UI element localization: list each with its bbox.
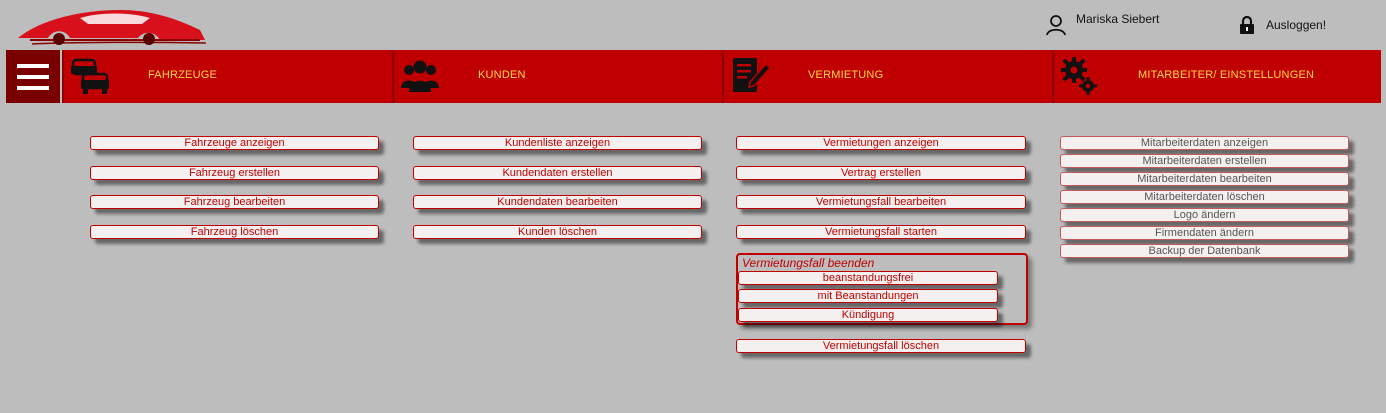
vermietungen-anzeigen-button[interactable]: Vermietungen anzeigen bbox=[736, 136, 1026, 150]
car-logo-icon bbox=[18, 10, 207, 45]
nav-label: KUNDEN bbox=[478, 69, 526, 81]
nav-label: VERMIETUNG bbox=[808, 69, 884, 81]
contract-edit-icon bbox=[733, 58, 770, 92]
hamburger-menu-icon[interactable] bbox=[6, 50, 60, 103]
kundendaten-bearbeiten-button[interactable]: Kundendaten bearbeiten bbox=[413, 195, 702, 209]
user-icon bbox=[1046, 15, 1066, 36]
nav-label: MITARBEITER/ EINSTELLUNGEN bbox=[1138, 69, 1315, 81]
current-user: Mariska Siebert bbox=[1046, 12, 1159, 40]
group-title: Vermietungsfall beenden bbox=[742, 256, 875, 270]
user-name: Mariska Siebert bbox=[1076, 12, 1160, 26]
cars-icon bbox=[71, 58, 109, 94]
users-icon bbox=[401, 60, 439, 92]
mitarbeiterdaten-loeschen-button[interactable]: Mitarbeiterdaten löschen bbox=[1060, 190, 1349, 204]
nav-fahrzeuge[interactable]: FAHRZEUGE bbox=[62, 50, 392, 103]
vermietungsfall-starten-button[interactable]: Vermietungsfall starten bbox=[736, 225, 1026, 239]
logout-label: Ausloggen! bbox=[1266, 18, 1327, 32]
mitarbeiterdaten-erstellen-button[interactable]: Mitarbeiterdaten erstellen bbox=[1060, 154, 1349, 168]
fahrzeuge-anzeigen-button[interactable]: Fahrzeuge anzeigen bbox=[90, 136, 379, 150]
kundendaten-erstellen-button[interactable]: Kundendaten erstellen bbox=[413, 166, 702, 180]
lock-icon bbox=[1240, 16, 1254, 34]
nav-label: FAHRZEUGE bbox=[148, 69, 218, 81]
backup-datenbank-button[interactable]: Backup der Datenbank bbox=[1060, 244, 1349, 258]
vertrag-erstellen-button[interactable]: Vertrag erstellen bbox=[736, 166, 1026, 180]
fahrzeug-loeschen-button[interactable]: Fahrzeug löschen bbox=[90, 225, 379, 239]
main-navbar: FAHRZEUGE KUNDEN VERMIETUNG MITARBEITER/… bbox=[6, 50, 1381, 103]
firmendaten-aendern-button[interactable]: Firmendaten ändern bbox=[1060, 226, 1349, 240]
logout-button[interactable]: Ausloggen! bbox=[1240, 16, 1326, 34]
mitarbeiterdaten-anzeigen-button[interactable]: Mitarbeiterdaten anzeigen bbox=[1060, 136, 1349, 150]
nav-kunden[interactable]: KUNDEN bbox=[392, 50, 722, 103]
company-logo bbox=[10, 6, 210, 46]
vermietungsfall-bearbeiten-button[interactable]: Vermietungsfall bearbeiten bbox=[736, 195, 1026, 209]
mit-beanstandungen-button[interactable]: mit Beanstandungen bbox=[738, 289, 998, 303]
kuendigung-button[interactable]: Kündigung bbox=[738, 308, 998, 322]
logo-aendern-button[interactable]: Logo ändern bbox=[1060, 208, 1349, 222]
vermietungsfall-loeschen-button[interactable]: Vermietungsfall löschen bbox=[736, 339, 1026, 353]
fahrzeug-erstellen-button[interactable]: Fahrzeug erstellen bbox=[90, 166, 379, 180]
gears-icon bbox=[1061, 57, 1097, 95]
mitarbeiterdaten-bearbeiten-button[interactable]: Mitarbeiterdaten bearbeiten bbox=[1060, 172, 1349, 186]
nav-mitarbeiter-einstellungen[interactable]: MITARBEITER/ EINSTELLUNGEN bbox=[1052, 50, 1381, 103]
fahrzeug-bearbeiten-button[interactable]: Fahrzeug bearbeiten bbox=[90, 195, 379, 209]
beanstandungsfrei-button[interactable]: beanstandungsfrei bbox=[738, 271, 998, 285]
kunden-loeschen-button[interactable]: Kunden löschen bbox=[413, 225, 702, 239]
nav-vermietung[interactable]: VERMIETUNG bbox=[722, 50, 1052, 103]
kundenliste-anzeigen-button[interactable]: Kundenliste anzeigen bbox=[413, 136, 702, 150]
